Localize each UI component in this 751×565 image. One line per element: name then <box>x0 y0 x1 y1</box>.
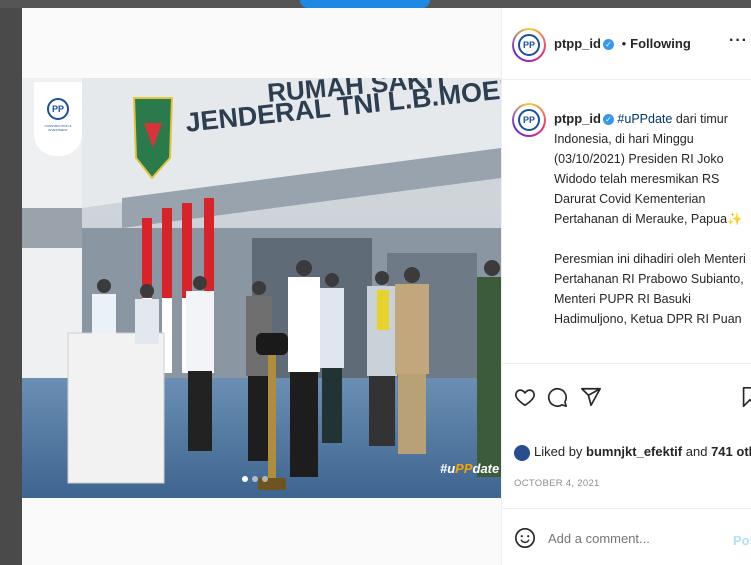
caption-username[interactable]: ptpp_id <box>554 111 601 126</box>
logo-subtitle: CONSTRUCTION & INVESTMENT <box>44 124 72 132</box>
carousel-dot <box>242 476 248 482</box>
pp-logo: PP <box>47 98 69 120</box>
heart-icon[interactable] <box>514 386 536 408</box>
separator-dot: • <box>621 36 627 51</box>
hashtag-suffix: date <box>472 461 500 476</box>
avatar-logo: PP <box>518 34 540 56</box>
photo-hashtag: #uPPdate <box>440 461 499 476</box>
post-date[interactable]: OCTOBER 4, 2021 <box>514 478 600 489</box>
company-logo-badge: PP CONSTRUCTION & INVESTMENT <box>34 82 82 156</box>
backdrop-left <box>0 8 22 565</box>
comment-icon[interactable] <box>546 386 568 408</box>
comments-area[interactable]: PP ptpp_id ✓ #uPPdate dari timur Indonesi… <box>502 81 751 363</box>
post-comment-button[interactable]: Post <box>733 533 751 548</box>
add-comment-bar: Post <box>502 508 751 565</box>
paper-plane-icon[interactable] <box>580 386 602 408</box>
carousel-dot <box>262 476 268 482</box>
caption-paragraph-1: ptpp_id ✓ #uPPdate dari timur Indonesia, … <box>554 109 750 229</box>
liker-avatar[interactable] <box>514 444 530 461</box>
caption-paragraph-2: Peresmian ini dihadiri oleh Menteri Pert… <box>554 252 746 326</box>
liked-prefix: Liked by <box>534 444 583 459</box>
post-caption: ptpp_id ✓ #uPPdate dari timur Indonesia, … <box>554 109 750 349</box>
post-sidebar: PP ptpp_id ✓ • Following ··· PP ptpp_id ✓ #… <box>501 8 751 565</box>
smiley-icon[interactable] <box>514 527 536 549</box>
following-button[interactable]: Following <box>630 36 691 51</box>
liked-and: and <box>685 444 708 459</box>
caption-avatar[interactable]: PP <box>512 103 546 137</box>
liked-by-text: Liked by bumnjkt_efektif and 741 others <box>514 444 751 461</box>
avatar[interactable]: PP <box>512 28 546 62</box>
post-modal: PP CONSTRUCTION & INVESTMENT RUMAH SAKIT… <box>22 8 751 565</box>
avatar-logo: PP <box>518 109 540 131</box>
bookmark-icon[interactable] <box>740 386 751 408</box>
verified-icon: ✓ <box>602 39 614 51</box>
carousel-dot <box>252 476 258 482</box>
caption-text-1: dari timur Indonesia, di hari Minggu (03… <box>554 112 743 226</box>
hashtag-prefix: #u <box>440 461 456 476</box>
header-username[interactable]: ptpp_id <box>554 36 601 51</box>
comment-input[interactable] <box>548 531 718 546</box>
verified-icon: ✓ <box>602 114 614 126</box>
ellipsis-icon[interactable]: ··· <box>729 32 748 50</box>
header-line: ptpp_id ✓ • Following <box>554 36 691 51</box>
top-accent <box>300 0 430 8</box>
post-header: PP ptpp_id ✓ • Following ··· <box>502 8 751 80</box>
media-area: PP CONSTRUCTION & INVESTMENT RUMAH SAKIT… <box>22 8 501 565</box>
carousel-indicator <box>242 476 268 482</box>
photo-illustration <box>22 78 501 498</box>
liker-username[interactable]: bumnjkt_efektif <box>586 444 682 459</box>
post-photo[interactable]: PP CONSTRUCTION & INVESTMENT RUMAH SAKIT… <box>22 78 501 498</box>
caption-hashtag[interactable]: #uPPdate <box>617 112 672 126</box>
likes-count[interactable]: 741 others <box>711 444 751 459</box>
hashtag-pp: PP <box>455 461 473 476</box>
window-top-bar <box>0 0 751 8</box>
